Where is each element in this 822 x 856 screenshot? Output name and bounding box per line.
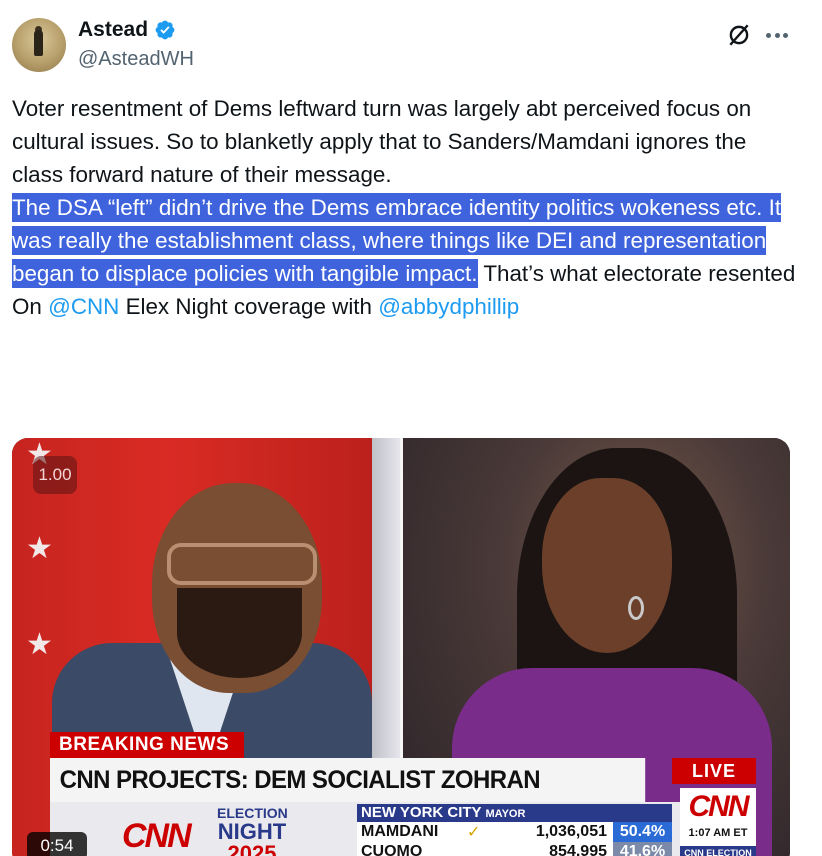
- speaker-right: [542, 478, 672, 653]
- star-icon: ★: [26, 628, 53, 661]
- tweet-text: Voter resentment of Dems leftward turn w…: [12, 92, 802, 323]
- tweet-paragraph-3-prefix: On: [12, 294, 49, 319]
- breaking-news-label: BREAKING NEWS: [50, 732, 244, 758]
- tweet-paragraph-3: On @CNN Elex Night coverage with @abbydp…: [12, 290, 802, 323]
- live-badge: LIVE: [672, 758, 756, 784]
- cnn-corner-logo: CNN 1:07 AM ET CNN ELECTION: [680, 788, 756, 856]
- star-icon: ★: [26, 532, 53, 565]
- author-handle[interactable]: @AsteadWH: [78, 48, 194, 71]
- election-night-logo: ELECTION NIGHT 2025: [217, 805, 288, 856]
- tweet-paragraph-2: The DSA “left” didn’t drive the Dems emb…: [12, 191, 802, 290]
- author-name-row[interactable]: Astead: [78, 18, 176, 42]
- cnn-logo: CNN: [122, 817, 192, 855]
- result-row: CUOMO 854,995 41.6%: [357, 842, 672, 856]
- results-board: NEW YORK CITY MAYOR MAMDANI ✓ 1,036,051 5…: [357, 804, 672, 856]
- tweet-header: Astead @AsteadWH: [12, 14, 810, 74]
- video-timestamp: 0:54: [27, 832, 87, 856]
- more-icon[interactable]: [764, 22, 790, 48]
- check-icon: ✓: [467, 824, 481, 841]
- mention-cnn-link[interactable]: @CNN: [48, 294, 119, 319]
- mention-abbydphillip-link[interactable]: @abbydphillip: [378, 294, 519, 319]
- tweet-paragraph-2-rest: That’s what electorate resented: [477, 261, 796, 286]
- tweet-paragraph-3-middle: Elex Night coverage with: [119, 294, 379, 319]
- author-name[interactable]: Astead: [78, 18, 148, 42]
- video-player[interactable]: ★ ★ ★ 1.00 BREAKING NEWS CNN PROJECTS: D…: [12, 438, 790, 856]
- playback-speed-badge[interactable]: 1.00: [33, 456, 77, 494]
- grok-icon[interactable]: [726, 22, 752, 48]
- news-headline: CNN PROJECTS: DEM SOCIALIST ZOHRAN MAMDA…: [50, 758, 646, 838]
- result-row: MAMDANI ✓ 1,036,051 50.4%: [357, 822, 672, 842]
- tweet-paragraph-1: Voter resentment of Dems leftward turn w…: [12, 96, 752, 187]
- avatar[interactable]: [12, 18, 66, 72]
- broadcast-time: 1:07 AM ET: [688, 827, 748, 839]
- verified-badge-icon: [155, 20, 175, 40]
